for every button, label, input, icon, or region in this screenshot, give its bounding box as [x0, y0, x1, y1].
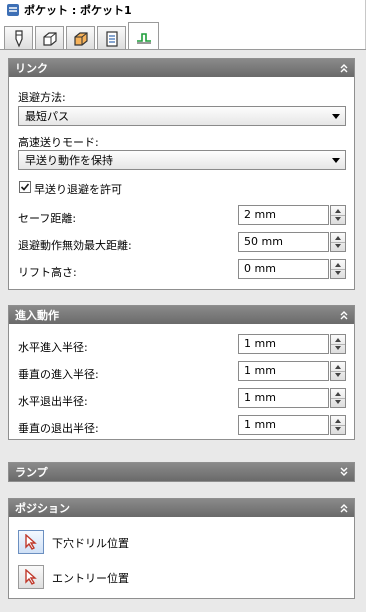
spin-buttons[interactable] — [330, 334, 346, 354]
cursor-pick-icon — [25, 534, 37, 550]
retract-method-select[interactable]: 最短パス — [18, 106, 346, 126]
link-icon — [136, 32, 151, 43]
position-group-title: ポジション — [15, 502, 70, 515]
rapid-mode-label: 高速送りモード: — [18, 136, 99, 149]
tab-box[interactable] — [66, 26, 95, 50]
shape-icon — [42, 31, 57, 46]
pilot-drill-label: 下穴ドリル位置 — [52, 537, 129, 550]
pocket-icon — [7, 4, 19, 16]
retract-method-label: 退避方法: — [18, 91, 66, 104]
position-group: ポジション 下穴ドリル位置 エントリー位置 — [8, 498, 355, 599]
entry-pick-button[interactable] — [18, 565, 44, 589]
spin-buttons[interactable] — [330, 361, 346, 381]
chevron-down-icon — [332, 158, 340, 163]
v-approach-stepper[interactable]: 1 mm — [238, 361, 346, 381]
ramp-group-header[interactable]: ランプ — [9, 463, 354, 481]
lift-height-stepper[interactable]: 0 mm — [238, 259, 346, 279]
max-disable-input[interactable]: 50 mm — [238, 232, 329, 252]
v-exit-input[interactable]: 1 mm — [238, 415, 329, 435]
lift-height-label: リフト高さ: — [18, 266, 77, 279]
h-exit-stepper[interactable]: 1 mm — [238, 388, 346, 408]
collapse-icon[interactable] — [338, 62, 350, 74]
h-approach-stepper[interactable]: 1 mm — [238, 334, 346, 354]
sheet-icon — [105, 30, 118, 47]
allow-rapid-checkbox[interactable] — [19, 181, 31, 193]
box-icon — [73, 31, 88, 46]
pilot-drill-pick-button[interactable] — [18, 530, 44, 554]
spin-buttons[interactable] — [330, 259, 346, 279]
retract-method-value: 最短パス — [25, 110, 69, 123]
link-group: リンク 退避方法: 最短パス 高速送りモード: 早送り動作を保持 早送り退避を許… — [8, 58, 355, 290]
ramp-group-title: ランプ — [15, 466, 48, 479]
v-approach-input[interactable]: 1 mm — [238, 361, 329, 381]
safe-distance-label: セーフ距離: — [18, 212, 77, 225]
cursor-pick-icon — [25, 569, 37, 585]
approach-group-title: 進入動作 — [15, 309, 59, 322]
tool-icon — [14, 29, 23, 48]
lift-height-input[interactable]: 0 mm — [238, 259, 329, 279]
h-approach-label: 水平進入半径: — [18, 341, 88, 354]
rapid-mode-value: 早送り動作を保持 — [25, 154, 113, 167]
safe-distance-stepper[interactable]: 2 mm — [238, 205, 346, 225]
approach-group: 進入動作 水平進入半径: 1 mm 垂直の進入半径: 1 mm 水平退出半径: … — [8, 305, 355, 440]
pocket-panel: ポケット : ポケット1 リンク 退避方法: 最短パス 高速送りモード: 早送り… — [0, 0, 366, 612]
v-exit-label: 垂直の退出半径: — [18, 422, 99, 435]
tab-sheet[interactable] — [97, 26, 126, 50]
position-group-header[interactable]: ポジション — [9, 499, 354, 517]
approach-group-header[interactable]: 進入動作 — [9, 306, 354, 324]
collapse-icon[interactable] — [338, 502, 350, 514]
spin-buttons[interactable] — [330, 415, 346, 435]
title-bar: ポケット : ポケット1 — [0, 0, 366, 20]
safe-distance-input[interactable]: 2 mm — [238, 205, 329, 225]
h-exit-label: 水平退出半径: — [18, 395, 88, 408]
max-disable-stepper[interactable]: 50 mm — [238, 232, 346, 252]
tab-shape[interactable] — [35, 26, 64, 50]
tab-link[interactable] — [128, 22, 159, 50]
check-icon — [20, 183, 30, 191]
v-approach-label: 垂直の進入半径: — [18, 368, 99, 381]
rapid-mode-select[interactable]: 早送り動作を保持 — [18, 150, 346, 170]
tab-strip — [4, 22, 161, 50]
settings-area: リンク 退避方法: 最短パス 高速送りモード: 早送り動作を保持 早送り退避を許… — [0, 50, 366, 612]
v-exit-stepper[interactable]: 1 mm — [238, 415, 346, 435]
h-exit-input[interactable]: 1 mm — [238, 388, 329, 408]
h-approach-input[interactable]: 1 mm — [238, 334, 329, 354]
window-title: ポケット : ポケット1 — [24, 4, 132, 17]
chevron-down-icon — [332, 114, 340, 119]
ramp-group: ランプ — [8, 462, 355, 482]
tab-tool[interactable] — [4, 26, 33, 50]
expand-icon[interactable] — [338, 466, 350, 478]
collapse-icon[interactable] — [338, 309, 350, 321]
link-group-header[interactable]: リンク — [9, 59, 354, 77]
spin-buttons[interactable] — [330, 232, 346, 252]
entry-label: エントリー位置 — [52, 572, 129, 585]
link-group-title: リンク — [15, 62, 48, 75]
spin-buttons[interactable] — [330, 388, 346, 408]
spin-buttons[interactable] — [330, 205, 346, 225]
allow-rapid-label: 早送り退避を許可 — [34, 183, 122, 196]
max-disable-label: 退避動作無効最大距離: — [18, 239, 132, 252]
